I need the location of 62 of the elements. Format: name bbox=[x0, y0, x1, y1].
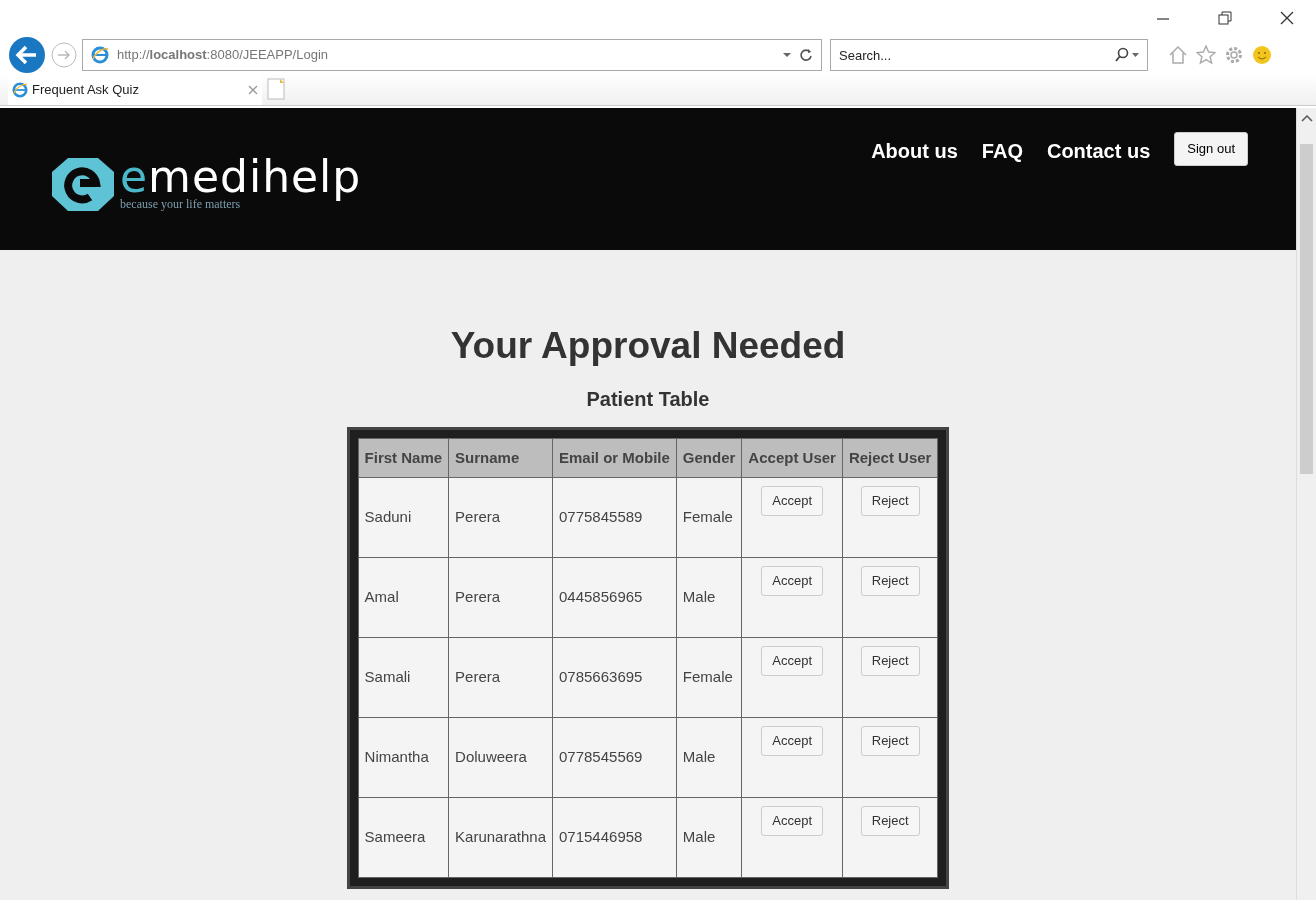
reject-button[interactable]: Reject bbox=[860, 806, 920, 836]
search-field[interactable]: Search... bbox=[830, 39, 1148, 71]
nav-link[interactable]: FAQ bbox=[981, 136, 1023, 166]
logo-icon bbox=[50, 155, 116, 213]
table-cell: Karunarathna bbox=[448, 797, 553, 878]
tab-title: Frequent Ask Quiz bbox=[32, 81, 140, 100]
reject-button[interactable]: Reject bbox=[860, 646, 920, 676]
refresh-icon[interactable] bbox=[799, 48, 813, 62]
reject-button[interactable]: Reject bbox=[860, 486, 920, 516]
column-header: First Name bbox=[358, 438, 449, 478]
nav-link[interactable]: Contact us bbox=[1046, 136, 1151, 166]
table-cell: Male bbox=[676, 797, 742, 878]
table-cell: Perera bbox=[448, 477, 553, 558]
table-cell: Female bbox=[676, 477, 742, 558]
table-cell: 0775845589 bbox=[552, 477, 677, 558]
table-cell: Male bbox=[676, 557, 742, 638]
settings-icon[interactable] bbox=[1224, 45, 1244, 65]
browser-icon bbox=[91, 46, 109, 64]
column-header: Email or Mobile bbox=[552, 438, 677, 478]
accept-button[interactable]: Accept bbox=[761, 646, 823, 676]
sign-out-button[interactable]: Sign out bbox=[1174, 132, 1248, 166]
column-header: Surname bbox=[448, 438, 553, 478]
logo-text: emedihelp bbox=[120, 155, 362, 199]
accept-button[interactable]: Accept bbox=[761, 566, 823, 596]
table-cell: 0715446958 bbox=[552, 797, 677, 878]
table-cell: Samali bbox=[358, 637, 449, 718]
column-header: Accept User bbox=[741, 438, 843, 478]
url-text: http://localhost:8080/JEEAPP/Login bbox=[117, 46, 330, 65]
smiley-icon[interactable] bbox=[1252, 45, 1272, 65]
nav-link[interactable]: About us bbox=[871, 136, 958, 166]
table-cell: Male bbox=[676, 717, 742, 798]
table-cell: Female bbox=[676, 637, 742, 718]
table-caption: Patient Table bbox=[586, 386, 710, 412]
star-icon[interactable] bbox=[1196, 45, 1216, 65]
reject-button[interactable]: Reject bbox=[860, 566, 920, 596]
close-icon[interactable] bbox=[1280, 11, 1294, 25]
table-cell: 0785663695 bbox=[552, 637, 677, 718]
reject-button[interactable]: Reject bbox=[860, 726, 920, 756]
forward-icon[interactable] bbox=[50, 41, 78, 69]
column-header: Reject User bbox=[842, 438, 938, 478]
table-cell: Amal bbox=[358, 557, 449, 638]
table-cell: Perera bbox=[448, 557, 553, 638]
page-heading: Your Approval Needed bbox=[450, 324, 846, 368]
column-header: Gender bbox=[676, 438, 742, 478]
accept-button[interactable]: Accept bbox=[761, 486, 823, 516]
table-cell: Sameera bbox=[358, 797, 449, 878]
table-cell: Saduni bbox=[358, 477, 449, 558]
table-cell: 0778545569 bbox=[552, 717, 677, 798]
table-cell: Perera bbox=[448, 637, 553, 718]
accept-button[interactable]: Accept bbox=[761, 726, 823, 756]
table-cell: 0445856965 bbox=[552, 557, 677, 638]
accept-button[interactable]: Accept bbox=[761, 806, 823, 836]
table-cell: Doluweera bbox=[448, 717, 553, 798]
address-bar[interactable]: http://localhost:8080/JEEAPP/Login bbox=[82, 39, 822, 71]
table-cell: Nimantha bbox=[358, 717, 449, 798]
logo-tagline: because your life matters bbox=[120, 197, 241, 213]
back-icon[interactable] bbox=[8, 36, 46, 74]
restore-icon[interactable] bbox=[1218, 11, 1232, 25]
dropdown-icon[interactable] bbox=[783, 52, 791, 58]
browser-icon bbox=[12, 82, 28, 98]
home-icon[interactable] bbox=[1168, 45, 1188, 65]
scrollbar-thumb[interactable] bbox=[1300, 144, 1313, 474]
